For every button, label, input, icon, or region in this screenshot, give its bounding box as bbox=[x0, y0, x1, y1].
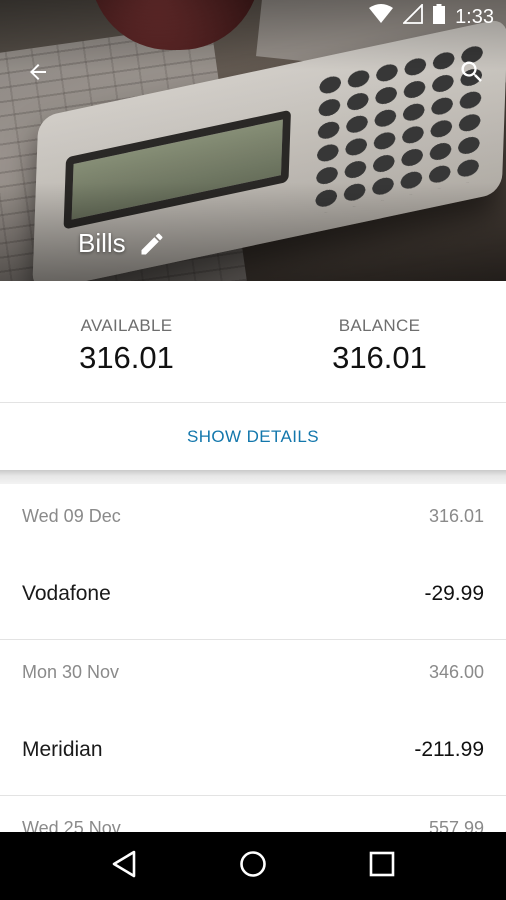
nav-recents-button[interactable] bbox=[352, 836, 412, 896]
nav-back-button[interactable] bbox=[94, 836, 154, 896]
transaction-date: Wed 25 Nov bbox=[22, 817, 121, 833]
transaction-payee: Meridian bbox=[22, 737, 103, 761]
system-nav-bar bbox=[0, 832, 506, 900]
transaction-amount: -211.99 bbox=[414, 737, 484, 761]
pencil-icon[interactable] bbox=[138, 230, 166, 258]
show-details-button[interactable]: SHOW DETAILS bbox=[0, 404, 506, 470]
signal-icon bbox=[401, 2, 423, 30]
balance-summary: AVAILABLE 316.01 BALANCE 316.01 bbox=[0, 281, 506, 403]
transaction-list[interactable]: Wed 09 Dec 316.01 Vodafone -29.99 Mon 30… bbox=[0, 484, 506, 832]
transaction-amount: -29.99 bbox=[424, 581, 484, 605]
date-header-row: Wed 25 Nov 557.99 bbox=[0, 796, 506, 833]
transaction-group: Mon 30 Nov 346.00 Meridian -211.99 bbox=[0, 640, 506, 796]
running-balance: 316.01 bbox=[428, 505, 484, 526]
battery-icon bbox=[433, 4, 446, 30]
running-balance: 346.00 bbox=[428, 661, 484, 682]
balance-label: BALANCE bbox=[338, 316, 421, 335]
transaction-row[interactable]: Meridian -211.99 bbox=[0, 704, 506, 795]
date-header-row: Mon 30 Nov 346.00 bbox=[0, 640, 506, 704]
back-triangle-icon bbox=[111, 850, 137, 883]
account-title: Bills bbox=[78, 228, 126, 258]
header-image: 1:33 Bills bbox=[0, 0, 506, 281]
available-column: AVAILABLE 316.01 bbox=[0, 281, 253, 402]
available-value: 316.01 bbox=[79, 340, 174, 375]
home-circle-icon bbox=[239, 850, 267, 883]
balance-value: 316.01 bbox=[332, 340, 427, 375]
account-title-row: Bills bbox=[78, 228, 166, 259]
available-label: AVAILABLE bbox=[80, 316, 173, 335]
transaction-group: Wed 09 Dec 316.01 Vodafone -29.99 bbox=[0, 484, 506, 640]
recents-square-icon bbox=[369, 851, 395, 882]
running-balance: 557.99 bbox=[428, 817, 484, 833]
status-time: 1:33 bbox=[455, 5, 494, 28]
date-header-row: Wed 09 Dec 316.01 bbox=[0, 484, 506, 548]
transaction-date: Wed 09 Dec bbox=[22, 505, 121, 526]
arrow-back-icon bbox=[26, 60, 50, 89]
section-divider bbox=[0, 470, 506, 484]
transaction-row[interactable]: Vodafone -29.99 bbox=[0, 548, 506, 639]
header-shade bbox=[0, 0, 506, 281]
transaction-payee: Vodafone bbox=[22, 581, 111, 605]
nav-home-button[interactable] bbox=[223, 836, 283, 896]
search-button[interactable] bbox=[450, 52, 494, 96]
balance-column: BALANCE 316.01 bbox=[253, 281, 506, 402]
search-icon bbox=[458, 58, 486, 91]
status-bar: 1:33 bbox=[0, 0, 506, 34]
wifi-icon bbox=[369, 4, 394, 30]
transaction-date: Mon 30 Nov bbox=[22, 661, 120, 682]
back-button[interactable] bbox=[16, 52, 60, 96]
transaction-group: Wed 25 Nov 557.99 bbox=[0, 796, 506, 833]
